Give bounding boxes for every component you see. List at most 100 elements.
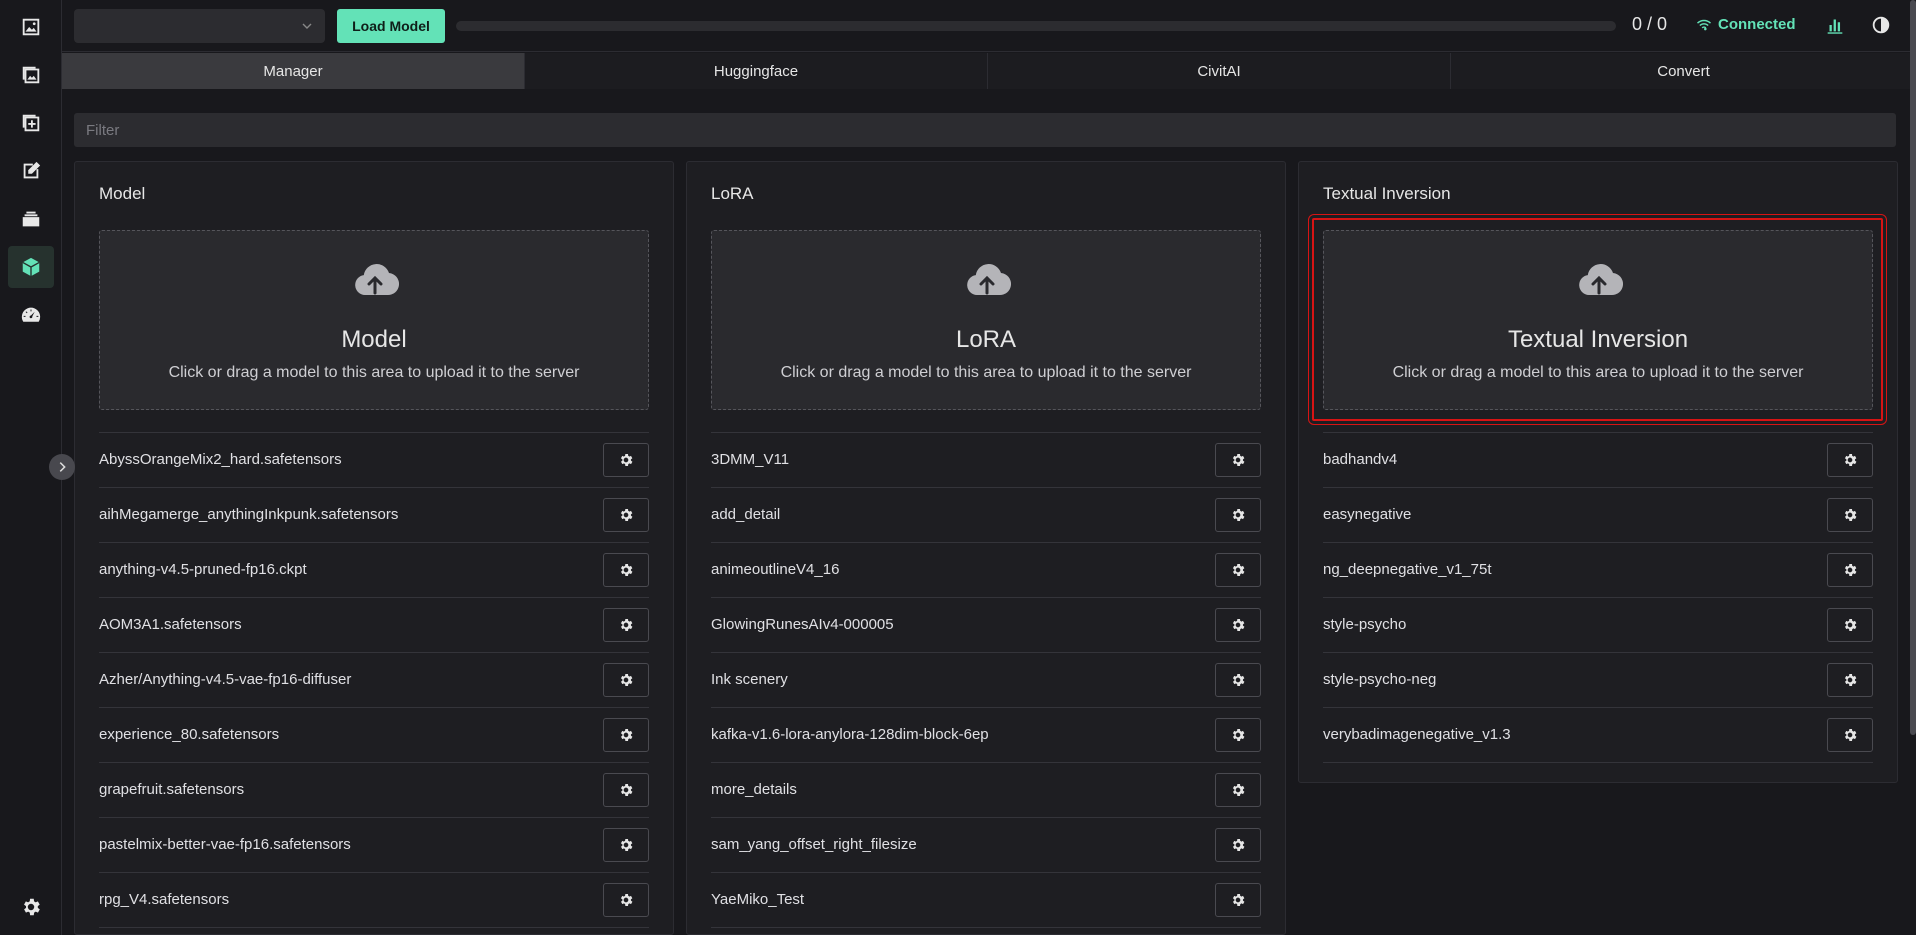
list-item: rpg_V4.safetensors [99,873,649,928]
list-item: style-psycho [1323,598,1873,653]
model-settings-button[interactable] [603,553,649,587]
model-manager-tabs: Manager Huggingface CivitAI Convert [62,53,1916,89]
model-settings-button[interactable] [603,443,649,477]
model-settings-button[interactable] [1827,608,1873,642]
model-settings-button[interactable] [1827,553,1873,587]
tagger-nav-button[interactable] [8,150,54,192]
upload-dropzone[interactable]: Textual Inversion Click or drag a model t… [1323,230,1873,410]
wifi-icon [1697,19,1711,30]
model-name: style-psycho [1323,616,1407,633]
model-settings-button[interactable] [1215,718,1261,752]
cloud-upload-icon [967,264,1011,296]
progress-bar [456,21,1616,31]
model-settings-button[interactable] [1215,608,1261,642]
gear-icon [1232,839,1245,851]
gear-icon [1844,564,1857,576]
edit-icon [23,161,41,179]
gear-icon [1232,784,1245,796]
list-item: Ink scenery [711,653,1261,708]
images-icon [22,66,40,84]
model-settings-button[interactable] [1215,498,1261,532]
gear-icon [1232,894,1245,906]
list-item: style-psycho-neg [1323,653,1873,708]
model-name: AOM3A1.safetensors [99,616,242,633]
model-name: experience_80.safetensors [99,726,280,743]
card-title: Textual Inversion [1323,184,1451,203]
textual-inversion-card: Textual Inversion Textual Inversion Click … [1298,161,1898,783]
cloud-upload-icon [355,264,399,296]
model-settings-button[interactable] [1827,718,1873,752]
model-settings-button[interactable] [603,883,649,917]
model-settings-button[interactable] [603,663,649,697]
gauge-icon [21,307,41,322]
tab-convert[interactable]: Convert [1451,53,1916,89]
gear-icon [1844,509,1857,521]
add-image-icon [22,114,40,132]
txt2img-nav-button[interactable] [8,6,54,48]
tab-civitai[interactable]: CivitAI [988,53,1451,89]
load-model-button[interactable]: Load Model [337,9,445,43]
model-settings-button[interactable] [603,718,649,752]
list-item: grapefruit.safetensors [99,763,649,818]
list-item: aihMegamerge_anythingInkpunk.safetensors [99,488,649,543]
gear-icon [620,729,633,741]
model-card: Model Model Click or drag a model to this … [74,161,674,935]
model-settings-button[interactable] [603,828,649,862]
gear-icon [24,898,40,916]
image-icon [22,18,40,36]
accelerate-nav-button[interactable] [8,294,54,336]
tab-manager[interactable]: Manager [62,53,525,89]
theme-toggle-icon[interactable] [1870,14,1892,36]
list-item: AOM3A1.safetensors [99,598,649,653]
model-name: ng_deepnegative_v1_75t [1323,561,1492,578]
gear-icon [1844,729,1857,741]
list-item: 3DMM_V11 [711,433,1261,488]
model-settings-button[interactable] [603,773,649,807]
model-name: add_detail [711,506,781,523]
model-settings-button[interactable] [1827,498,1873,532]
gear-icon [620,454,633,466]
list-item: ng_deepnegative_v1_75t [1323,543,1873,598]
model-settings-button[interactable] [1827,443,1873,477]
settings-nav-button[interactable] [8,886,54,928]
model-settings-button[interactable] [1215,773,1261,807]
collapse-sidebar-button[interactable] [49,454,75,480]
page-scrollbar[interactable] [1910,0,1916,735]
model-settings-button[interactable] [1215,553,1261,587]
models-nav-button[interactable] [8,246,54,288]
gear-icon [1232,454,1245,466]
gear-icon [1844,619,1857,631]
list-item: GlowingRunesAIv4-000005 [711,598,1261,653]
model-settings-button[interactable] [1215,663,1261,697]
list-item: experience_80.safetensors [99,708,649,763]
model-select[interactable] [74,9,325,43]
stats-icon[interactable] [1824,14,1846,36]
list-item: Azher/Anything-v4.5-vae-fp16-diffuser [99,653,649,708]
stack-icon [22,211,40,227]
model-name: GlowingRunesAIv4-000005 [711,616,894,633]
gear-icon [1232,509,1245,521]
model-settings-button[interactable] [1215,443,1261,477]
list-item: kafka-v1.6-lora-anylora-128dim-block-6ep [711,708,1261,763]
upload-dropzone[interactable]: Model Click or drag a model to this area … [99,230,649,410]
gear-icon [1232,729,1245,741]
card-title: LoRA [711,184,754,203]
upload-dropzone[interactable]: LoRA Click or drag a model to this area t… [711,230,1261,410]
filter-input[interactable] [74,113,1896,147]
model-name: Azher/Anything-v4.5-vae-fp16-diffuser [99,671,352,688]
gear-icon [620,674,633,686]
img2img-nav-button[interactable] [8,54,54,96]
gear-icon [620,564,633,576]
tab-huggingface[interactable]: Huggingface [525,53,988,89]
extra-nav-button[interactable] [8,102,54,144]
model-settings-button[interactable] [603,498,649,532]
model-settings-button[interactable] [1215,883,1261,917]
model-settings-button[interactable] [1215,828,1261,862]
gallery-nav-button[interactable] [8,198,54,240]
model-name: style-psycho-neg [1323,671,1437,688]
list-item: more_details [711,763,1261,818]
model-settings-button[interactable] [603,608,649,642]
model-settings-button[interactable] [1827,663,1873,697]
list-item: easynegative [1323,488,1873,543]
model-name: animeoutlineV4_16 [711,561,840,578]
